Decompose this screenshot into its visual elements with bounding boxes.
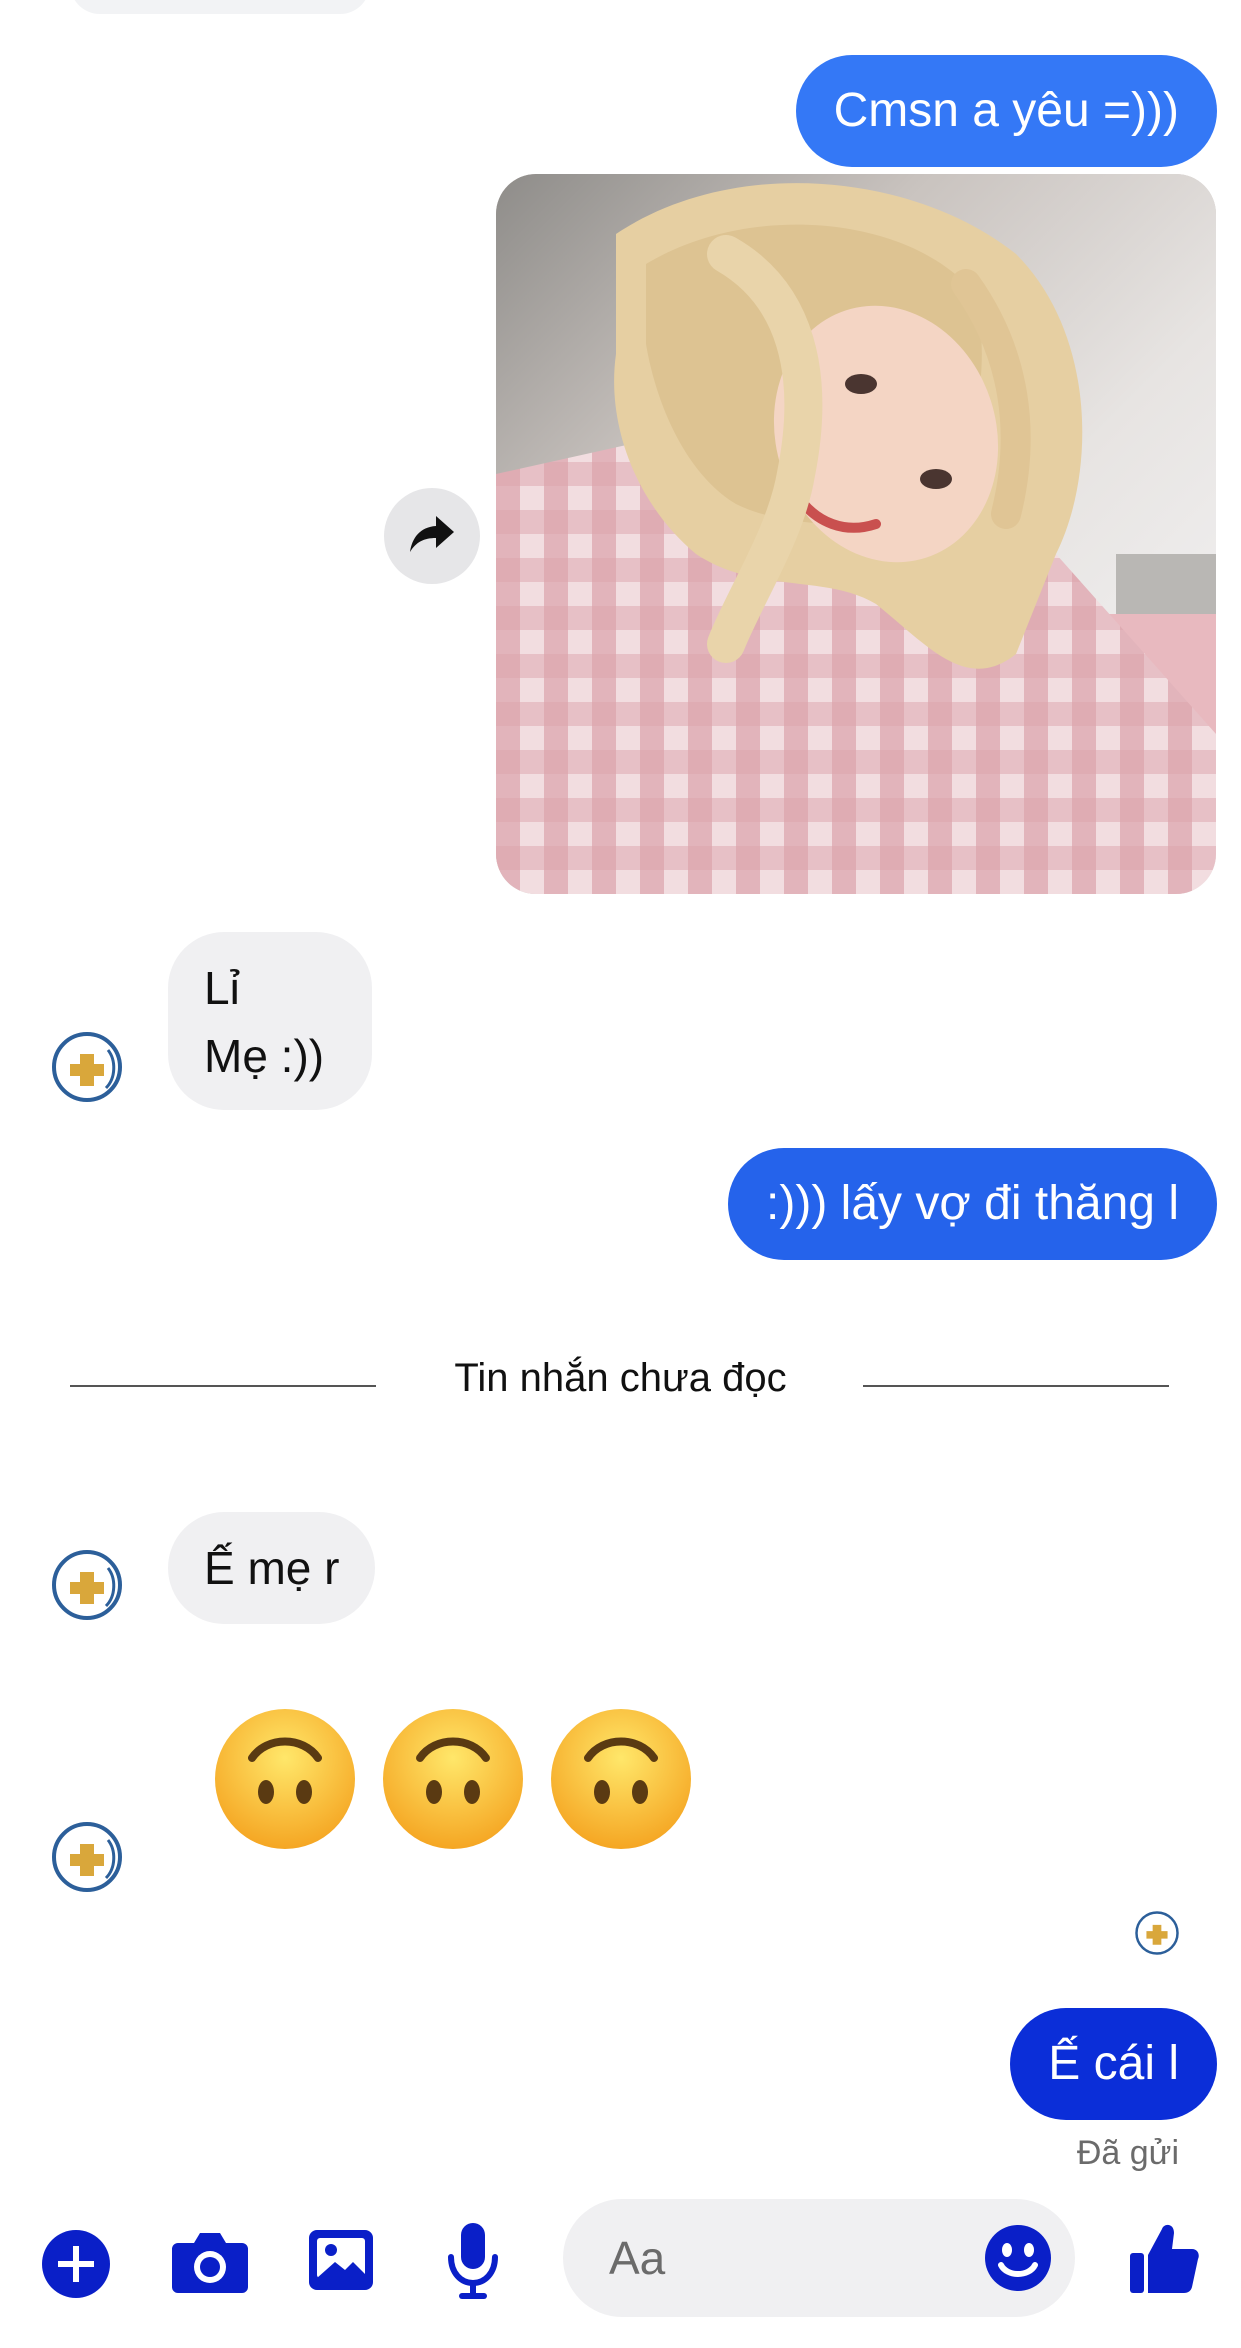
message-text: Ế mẹ r bbox=[204, 1542, 340, 1594]
incoming-message-bubble[interactable]: Lỉ Mẹ :)) bbox=[168, 932, 372, 1110]
photo-illustration bbox=[496, 183, 1216, 894]
message-text: :))) lấy vợ đi thăng l bbox=[766, 1177, 1179, 1230]
emoji-button[interactable] bbox=[982, 2222, 1054, 2294]
read-receipt-avatar bbox=[1134, 1910, 1180, 1956]
outgoing-message-bubble[interactable]: :))) lấy vợ đi thăng l bbox=[728, 1148, 1217, 1260]
unread-divider-label: Tin nhắn chưa đọc bbox=[454, 1356, 787, 1400]
thumbs-up-icon bbox=[1130, 2224, 1199, 2293]
delivery-status: Đã gửi bbox=[1076, 2134, 1179, 2172]
thumbs-up-button[interactable] bbox=[1126, 2218, 1202, 2298]
upside-down-face-icon bbox=[383, 1709, 523, 1849]
camera-button[interactable] bbox=[170, 2224, 250, 2300]
microphone-icon bbox=[448, 2223, 498, 2299]
contact-avatar[interactable] bbox=[50, 1548, 124, 1622]
gallery-icon bbox=[309, 2230, 373, 2290]
upside-down-face-emoji[interactable] bbox=[548, 1706, 694, 1852]
forward-button[interactable] bbox=[384, 488, 480, 584]
plus-button[interactable] bbox=[40, 2228, 112, 2300]
contact-avatar[interactable] bbox=[50, 1820, 124, 1894]
avatar-logo-icon bbox=[52, 1822, 122, 1892]
message-input-placeholder: Aa bbox=[609, 2232, 666, 2284]
microphone-button[interactable] bbox=[440, 2220, 506, 2302]
outgoing-message-bubble[interactable]: Ế cái l bbox=[1010, 2008, 1217, 2120]
message-text: Cmsn a yêu =))) bbox=[833, 84, 1179, 137]
divider-line-right bbox=[863, 1385, 1169, 1387]
upside-down-face-icon bbox=[215, 1709, 355, 1849]
avatar-logo-icon bbox=[1135, 1911, 1179, 1955]
plus-icon bbox=[42, 2230, 110, 2298]
forward-arrow-icon bbox=[408, 514, 456, 559]
message-text: Ế cái l bbox=[1048, 2037, 1179, 2090]
upside-down-face-icon bbox=[551, 1709, 691, 1849]
message-text-line: Mẹ :)) bbox=[204, 1030, 325, 1082]
outgoing-message-bubble[interactable]: Cmsn a yêu =))) bbox=[795, 55, 1217, 167]
previous-message-remnant bbox=[70, 0, 370, 14]
shared-photo[interactable] bbox=[496, 174, 1216, 894]
camera-icon bbox=[172, 2233, 248, 2293]
emoji-icon bbox=[985, 2225, 1051, 2291]
contact-avatar[interactable] bbox=[50, 1030, 124, 1104]
upside-down-face-emoji[interactable] bbox=[380, 1706, 526, 1852]
incoming-message-bubble[interactable]: Ế mẹ r bbox=[168, 1512, 376, 1624]
gallery-button[interactable] bbox=[305, 2224, 377, 2296]
avatar-logo-icon bbox=[52, 1032, 122, 1102]
upside-down-face-emoji[interactable] bbox=[212, 1706, 358, 1852]
message-text-line: Lỉ bbox=[204, 962, 240, 1014]
avatar-logo-icon bbox=[52, 1550, 122, 1620]
